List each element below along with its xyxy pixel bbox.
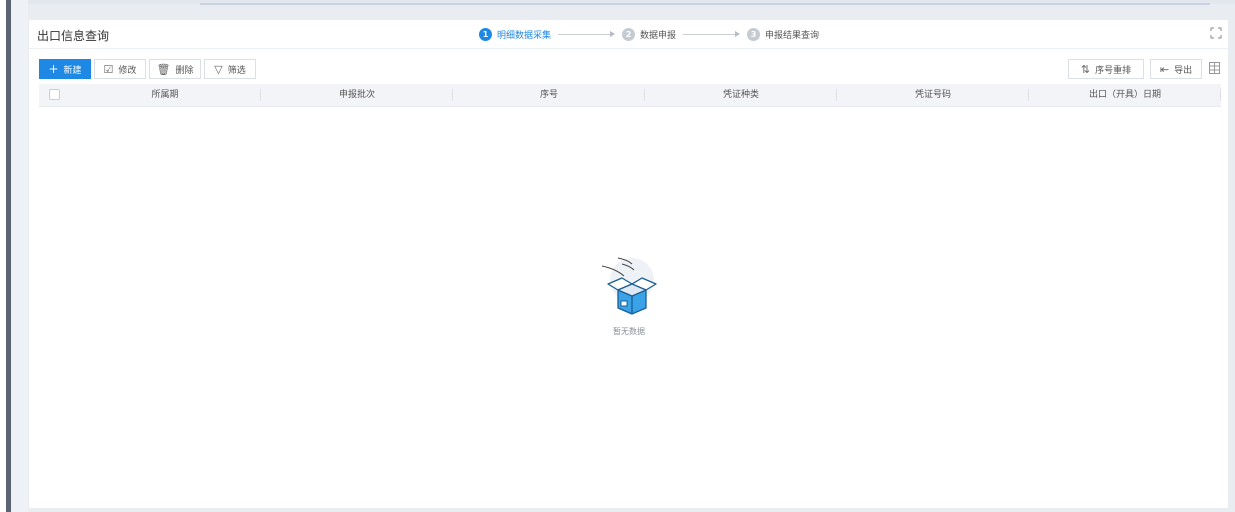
new-button[interactable]: + 新建 [39, 59, 91, 79]
column-header-voucher-no[interactable]: 凭证号码 [837, 84, 1029, 106]
sort-icon: ⇅ [1080, 62, 1091, 76]
step-1-label: 明细数据采集 [497, 30, 552, 41]
column-header-seq[interactable]: 序号 [453, 84, 645, 106]
step-2-label: 数据申报 [640, 30, 677, 41]
column-header-batch[interactable]: 申报批次 [261, 84, 453, 106]
empty-state-text: 暂无数据 [613, 327, 645, 336]
step-arrow-2 [683, 31, 741, 37]
page-title: 出口信息查询 [37, 29, 110, 43]
step-arrow-1 [558, 31, 616, 37]
funnel-icon: ▽ [214, 62, 223, 76]
table-settings-icon[interactable] [1209, 62, 1220, 74]
empty-box-icon [601, 257, 657, 315]
reorder-button-label: 序号重排 [1095, 65, 1132, 76]
panel-header: 出口信息查询 1 明细数据采集 2 数据申报 3 申报结果查询 [29, 20, 1228, 49]
step-2-number: 2 [622, 27, 636, 41]
step-3[interactable]: 3 申报结果查询 [747, 27, 820, 41]
edit-button-label: 修改 [118, 65, 137, 76]
reorder-button[interactable]: ⇅ 序号重排 [1068, 59, 1144, 79]
column-header-period[interactable]: 所属期 [69, 84, 261, 106]
plus-icon: + [48, 62, 59, 76]
delete-button[interactable]: 🗑 删除 [149, 59, 201, 79]
step-2[interactable]: 2 数据申报 [622, 27, 677, 41]
top-accent-line [200, 3, 1210, 5]
edit-icon: ☑ [103, 62, 114, 76]
export-button[interactable]: ⇤ 导出 [1150, 59, 1202, 79]
select-all-checkbox[interactable] [49, 89, 60, 100]
step-3-label: 申报结果查询 [765, 30, 820, 41]
edit-button[interactable]: ☑ 修改 [94, 59, 146, 79]
trash-icon: 🗑 [156, 62, 171, 76]
window-left-gap [11, 0, 28, 512]
select-all-cell [39, 84, 69, 106]
column-header-voucher-type[interactable]: 凭证种类 [645, 84, 837, 106]
filter-button-label: 筛选 [227, 65, 246, 76]
step-3-number: 3 [747, 27, 761, 41]
delete-button-label: 删除 [175, 65, 194, 76]
table-header: 所属期 申报批次 序号 凭证种类 凭证号码 出口（开具）日期 [39, 84, 1221, 107]
new-button-label: 新建 [63, 65, 82, 76]
main-panel: 出口信息查询 1 明细数据采集 2 数据申报 3 申报结果查询 + 新建 ☑ 修… [29, 20, 1228, 508]
filter-button[interactable]: ▽ 筛选 [204, 59, 256, 79]
export-icon: ⇤ [1159, 62, 1170, 76]
column-header-export-date[interactable]: 出口（开具）日期 [1029, 84, 1221, 106]
step-progress: 1 明细数据采集 2 数据申报 3 申报结果查询 [479, 26, 819, 42]
export-button-label: 导出 [1174, 65, 1193, 76]
empty-state: 暂无数据 [589, 246, 669, 337]
toolbar: + 新建 ☑ 修改 🗑 删除 ▽ 筛选 ⇅ 序号重排 ⇤ 导出 [39, 59, 1221, 79]
step-1-number: 1 [479, 27, 492, 41]
step-1[interactable]: 1 明细数据采集 [479, 27, 552, 41]
expand-icon[interactable] [1210, 27, 1222, 39]
